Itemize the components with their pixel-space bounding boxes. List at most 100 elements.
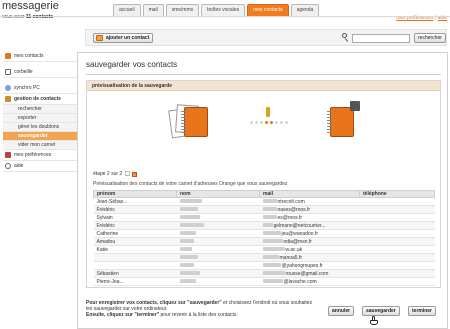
save-button[interactable]: sauvegarder bbox=[362, 306, 400, 316]
tab-mes-contacts[interactable]: mes contacts bbox=[247, 4, 289, 16]
cell-telephone bbox=[359, 237, 435, 246]
table-row: Sébastien rousse@gmail.com bbox=[93, 269, 435, 278]
sidebar-sub-sauvegarder[interactable]: sauvegarder bbox=[3, 132, 77, 141]
preview-note: Prévisualisation des contacts de votre c… bbox=[93, 181, 288, 187]
instructions: Pour enregistrer vos contacts, cliquez s… bbox=[86, 300, 313, 318]
sidebar-item-aide[interactable]: aide bbox=[3, 161, 77, 172]
sidebar-item-mes-contacts[interactable]: mes contacts bbox=[3, 51, 77, 62]
app-title: messagerie bbox=[2, 0, 59, 12]
cell-telephone bbox=[359, 205, 435, 214]
col-prenom: prénom bbox=[93, 190, 177, 198]
sidebar-item-label: aide bbox=[14, 163, 24, 169]
cell-nom bbox=[176, 237, 260, 246]
trash-icon bbox=[5, 69, 11, 75]
preview-panel: prévisualisation de la sauvegarde étape … bbox=[86, 80, 441, 288]
address-book-icon bbox=[327, 107, 354, 137]
floppy-disk-icon bbox=[350, 101, 360, 111]
table-row: Jean-Sébas... ntrecolt.com bbox=[93, 197, 435, 206]
cell-nom bbox=[176, 261, 260, 270]
cell-mail: es@roos.fr bbox=[259, 213, 360, 222]
sidebar-item-mes-preferences[interactable]: mes préférences bbox=[3, 150, 77, 161]
table-row: Pierre-Jea... @lavache.com bbox=[93, 277, 435, 286]
cell-mail: gelmann@netcourrier... bbox=[259, 221, 360, 230]
sidebar-item-gestion-de-contacts[interactable]: gestion de contacts bbox=[3, 94, 77, 105]
sidebar-sub-rechercher[interactable]: rechercher bbox=[3, 105, 77, 114]
cell-telephone bbox=[359, 197, 435, 206]
table-row: Catherine jeu@wanadoo.fr bbox=[93, 229, 435, 238]
cell-nom bbox=[176, 253, 260, 262]
address-book-icon bbox=[181, 107, 208, 137]
cell-prenom: Katie bbox=[93, 245, 177, 254]
sidebar-item-label: mes contacts bbox=[14, 53, 44, 59]
main-content: sauvegarder vos contacts prévisualisatio… bbox=[77, 52, 448, 329]
table-row: Frédéric gelmann@netcourrier... bbox=[93, 221, 435, 230]
progress-dot bbox=[270, 121, 273, 124]
cell-mail: @yahoogroupes.fr bbox=[259, 261, 360, 270]
cell-prenom: Sylvain bbox=[93, 213, 177, 222]
cancel-button[interactable]: annuler bbox=[328, 306, 355, 316]
help-icon bbox=[5, 163, 11, 169]
sidebar-sub-gerer-doublons[interactable]: gérer les doublons bbox=[3, 123, 77, 132]
table-header-row: prénom nom mail téléphone bbox=[93, 190, 435, 198]
add-contact-button[interactable]: ajouter un contact bbox=[93, 33, 154, 43]
table-row: Amadou ndia@msn.fr bbox=[93, 237, 435, 246]
cell-nom bbox=[176, 277, 260, 286]
cell-mail: nases@roos.fr bbox=[259, 205, 360, 214]
subtitle-prefix: vous avez bbox=[2, 14, 25, 20]
sidebar-item-label: corbeille bbox=[14, 69, 33, 75]
search-input[interactable] bbox=[352, 34, 410, 43]
contacts-table: prénom nom mail téléphone Jean-Sébas... … bbox=[93, 190, 435, 286]
panel-title: prévisualisation de la sauvegarde bbox=[87, 81, 440, 91]
col-telephone: téléphone bbox=[359, 190, 435, 198]
progress-dot bbox=[255, 121, 258, 124]
cell-prenom: Pierre-Jea... bbox=[93, 277, 177, 286]
sidebar-sub-exporter[interactable]: exporter bbox=[3, 114, 77, 123]
cell-mail: @lavache.com bbox=[259, 277, 360, 286]
sidebar-item-label: mes préférences bbox=[14, 152, 52, 158]
cell-telephone bbox=[359, 277, 435, 286]
cell-prenom: Sébastien bbox=[93, 269, 177, 278]
cell-telephone bbox=[359, 261, 435, 270]
tab-agenda[interactable]: agenda bbox=[290, 4, 320, 16]
cell-prenom: Frédéric bbox=[93, 221, 177, 230]
cell-prenom bbox=[93, 261, 177, 270]
cell-mail: ntrecolt.com bbox=[259, 197, 360, 206]
cell-telephone bbox=[359, 221, 435, 230]
cell-nom bbox=[176, 221, 260, 230]
progress-dot bbox=[280, 121, 283, 124]
search-button[interactable]: rechercher bbox=[414, 33, 446, 43]
table-row: manoa5.fr bbox=[93, 253, 435, 262]
progress-dot bbox=[275, 121, 278, 124]
cell-prenom: Frédéric bbox=[93, 205, 177, 214]
col-mail: mail bbox=[259, 190, 360, 198]
tab-mail[interactable]: mail bbox=[142, 4, 164, 16]
search-icon bbox=[342, 33, 350, 42]
sidebar-item-corbeille[interactable]: corbeille bbox=[3, 67, 77, 78]
cell-telephone bbox=[359, 269, 435, 278]
cell-nom bbox=[176, 197, 260, 206]
hand-cursor-icon bbox=[370, 316, 378, 325]
cell-mail: jeu@wanadoo.fr bbox=[259, 229, 360, 238]
preferences-icon bbox=[5, 152, 11, 158]
sidebar-sub-vider-carnet[interactable]: vider mon carnet bbox=[3, 141, 77, 150]
tab-accueil[interactable]: accueil bbox=[113, 4, 141, 16]
progress-dot bbox=[260, 121, 263, 124]
step-indicator: étape 2 sur 2 2 bbox=[93, 171, 137, 177]
cell-nom bbox=[176, 245, 260, 254]
tab-boites-vocales[interactable]: boîtes vocales bbox=[201, 4, 246, 16]
cell-mail: ndia@msn.fr bbox=[259, 237, 360, 246]
step-label: étape 2 sur 2 bbox=[93, 171, 123, 177]
cell-prenom: Jean-Sébas... bbox=[93, 197, 177, 206]
sidebar-item-label: synchro PC bbox=[14, 85, 40, 91]
title-divider bbox=[86, 74, 441, 75]
sidebar-item-synchro-pc[interactable]: synchro PC bbox=[3, 83, 77, 94]
cell-mail: w.ac.uk bbox=[259, 245, 360, 254]
cell-telephone bbox=[359, 213, 435, 222]
add-contact-icon bbox=[96, 35, 103, 41]
finish-button[interactable]: terminer bbox=[408, 306, 437, 316]
cell-telephone bbox=[359, 245, 435, 254]
table-row: @yahoogroupes.fr bbox=[93, 261, 435, 270]
page-title: sauvegarder vos contacts bbox=[86, 60, 178, 69]
backup-illustration bbox=[162, 95, 372, 141]
tab-sms-mms[interactable]: sms/mms bbox=[165, 4, 200, 16]
